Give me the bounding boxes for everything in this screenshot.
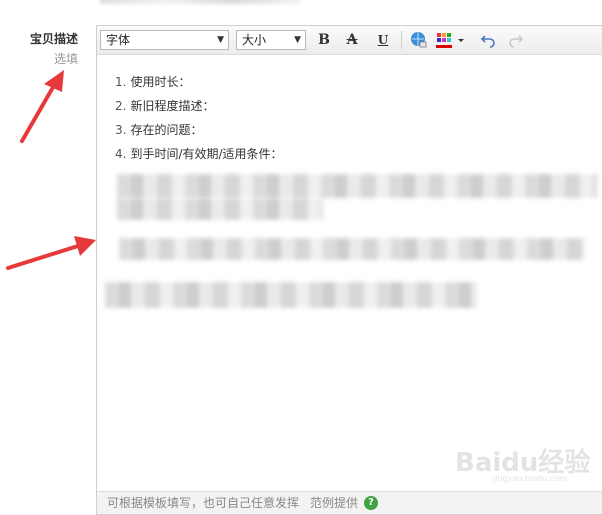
red-arrow-icon: [20, 70, 64, 143]
baidu-watermark: Baidu经验 jingyan.baidu.com: [455, 438, 595, 488]
red-arrow-icon: [6, 236, 96, 270]
annotation-arrows: [6, 70, 96, 270]
watermark-url: jingyan.baidu.com: [493, 474, 567, 483]
